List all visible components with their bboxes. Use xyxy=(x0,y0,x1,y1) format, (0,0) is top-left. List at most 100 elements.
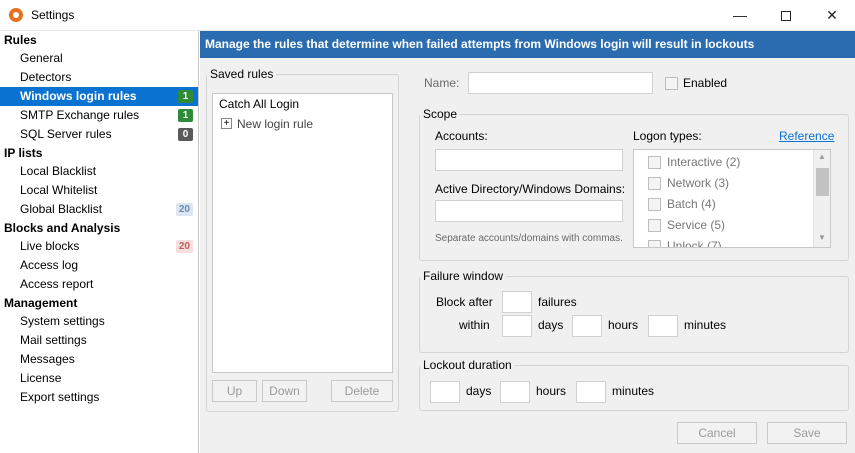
scrollbar[interactable]: ▲ ▼ xyxy=(813,150,830,247)
minimize-button[interactable]: — xyxy=(717,0,763,31)
reference-link[interactable]: Reference xyxy=(779,129,834,143)
sidebar-item-label: SQL Server rules xyxy=(20,127,112,141)
logon-type-item: Interactive (2) xyxy=(667,155,741,169)
scroll-thumb[interactable] xyxy=(816,168,829,196)
sidebar-item-messages[interactable]: Messages xyxy=(0,350,198,369)
failure-window-legend: Failure window xyxy=(423,269,504,283)
failure-hours-input[interactable] xyxy=(572,315,602,337)
name-input[interactable] xyxy=(468,72,653,94)
count-badge: 20 xyxy=(175,240,193,253)
sidebar-item-detectors[interactable]: Detectors xyxy=(0,68,198,87)
hours-label: hours xyxy=(536,384,567,398)
count-badge: 0 xyxy=(178,128,193,141)
block-after-label: Block after xyxy=(436,295,493,309)
sidebar-item-system-settings[interactable]: System settings xyxy=(0,312,198,331)
accounts-input[interactable] xyxy=(435,149,623,171)
days-label: days xyxy=(538,318,564,332)
page-header: Manage the rules that determine when fai… xyxy=(200,31,855,58)
sidebar-item-windows-login-rules[interactable]: Windows login rules 1 xyxy=(0,87,198,106)
logon-checkbox[interactable] xyxy=(648,156,661,169)
scope-legend: Scope xyxy=(423,107,458,121)
title-bar: Settings — ✕ xyxy=(0,0,855,31)
maximize-icon xyxy=(781,11,791,22)
sidebar-item-label: Global Blacklist xyxy=(20,202,103,216)
sidebar-section-rules: Rules xyxy=(4,33,37,47)
app-logo-icon xyxy=(9,8,23,22)
sidebar-item-label: SMTP Exchange rules xyxy=(20,108,140,122)
minutes-label: minutes xyxy=(612,384,655,398)
logon-type-item: Service (5) xyxy=(667,218,726,232)
logon-types-list[interactable]: Interactive (2) Network (3) Batch (4) Se… xyxy=(633,149,831,248)
close-button[interactable]: ✕ xyxy=(809,0,855,31)
sidebar-item-global-blacklist[interactable]: Global Blacklist 20 xyxy=(0,200,198,219)
new-rule-item[interactable]: New login rule xyxy=(237,117,313,131)
failure-minutes-input[interactable] xyxy=(648,315,678,337)
sidebar-section-ip-lists: IP lists xyxy=(4,146,43,160)
sidebar-item-label: Access log xyxy=(20,258,79,272)
logon-type-item: Unlock (7) xyxy=(667,239,722,248)
count-badge: 1 xyxy=(178,90,193,103)
sidebar-item-live-blocks[interactable]: Live blocks 20 xyxy=(0,237,198,256)
lockout-minutes-input[interactable] xyxy=(576,381,606,403)
sidebar-item-access-report[interactable]: Access report xyxy=(0,275,198,294)
sidebar-section-management: Management xyxy=(4,296,78,310)
lockout-duration-legend: Lockout duration xyxy=(423,358,512,372)
enabled-checkbox[interactable] xyxy=(665,77,678,90)
within-label: within xyxy=(459,318,490,332)
sidebar-item-smtp-exchange-rules[interactable]: SMTP Exchange rules 1 xyxy=(0,106,198,125)
scroll-down-icon[interactable]: ▼ xyxy=(818,233,826,242)
lockout-days-input[interactable] xyxy=(430,381,460,403)
sidebar-item-general[interactable]: General xyxy=(0,49,198,68)
enabled-label: Enabled xyxy=(683,76,728,90)
lockout-hours-input[interactable] xyxy=(500,381,530,403)
cancel-button[interactable]: Cancel xyxy=(677,422,757,444)
sidebar: Rules General Detectors Windows login ru… xyxy=(0,31,199,453)
sidebar-item-label: License xyxy=(20,371,62,385)
maximize-button[interactable] xyxy=(763,0,809,31)
expand-plus-icon[interactable]: + xyxy=(221,118,232,129)
sidebar-item-label: Access report xyxy=(20,277,94,291)
main-panel: Manage the rules that determine when fai… xyxy=(200,31,855,453)
ad-domains-input[interactable] xyxy=(435,200,623,222)
sidebar-item-local-whitelist[interactable]: Local Whitelist xyxy=(0,181,198,200)
up-button[interactable]: Up xyxy=(212,380,257,402)
sidebar-item-label: Detectors xyxy=(20,70,72,84)
hours-label: hours xyxy=(608,318,639,332)
failure-days-input[interactable] xyxy=(502,315,532,337)
sidebar-item-label: Mail settings xyxy=(20,333,87,347)
accounts-label: Accounts: xyxy=(435,129,488,143)
logon-checkbox[interactable] xyxy=(648,219,661,232)
sidebar-item-label: System settings xyxy=(20,314,105,328)
list-item[interactable]: Catch All Login xyxy=(219,97,299,111)
sidebar-item-license[interactable]: License xyxy=(0,369,198,388)
logon-checkbox[interactable] xyxy=(648,240,661,247)
failure-window-group: Failure window xyxy=(419,269,849,353)
logon-types-label: Logon types: xyxy=(633,129,702,143)
sidebar-item-export-settings[interactable]: Export settings xyxy=(0,388,198,407)
delete-button[interactable]: Delete xyxy=(331,380,393,402)
save-button[interactable]: Save xyxy=(767,422,847,444)
scroll-up-icon[interactable]: ▲ xyxy=(818,152,826,161)
rules-list[interactable]: Catch All Login + New login rule xyxy=(212,93,393,373)
hint-text: Separate accounts/domains with commas. xyxy=(435,233,623,244)
sidebar-section-blocks: Blocks and Analysis xyxy=(4,221,121,235)
down-button[interactable]: Down xyxy=(262,380,307,402)
minutes-label: minutes xyxy=(684,318,727,332)
sidebar-item-label: Local Blacklist xyxy=(20,164,97,178)
logon-checkbox[interactable] xyxy=(648,198,661,211)
days-label: days xyxy=(466,384,492,398)
sidebar-item-sql-server-rules[interactable]: SQL Server rules 0 xyxy=(0,125,198,144)
sidebar-item-label: Messages xyxy=(20,352,75,366)
count-badge: 1 xyxy=(178,109,193,122)
sidebar-item-label: Live blocks xyxy=(20,239,80,253)
sidebar-item-local-blacklist[interactable]: Local Blacklist xyxy=(0,162,198,181)
failures-input[interactable] xyxy=(502,291,532,313)
name-label: Name: xyxy=(424,76,460,90)
count-badge: 20 xyxy=(175,203,193,216)
logon-type-item: Batch (4) xyxy=(667,197,716,211)
sidebar-item-label: General xyxy=(20,51,63,65)
logon-checkbox[interactable] xyxy=(648,177,661,190)
sidebar-item-access-log[interactable]: Access log xyxy=(0,256,198,275)
sidebar-item-label: Export settings xyxy=(20,390,100,404)
sidebar-item-mail-settings[interactable]: Mail settings xyxy=(0,331,198,350)
